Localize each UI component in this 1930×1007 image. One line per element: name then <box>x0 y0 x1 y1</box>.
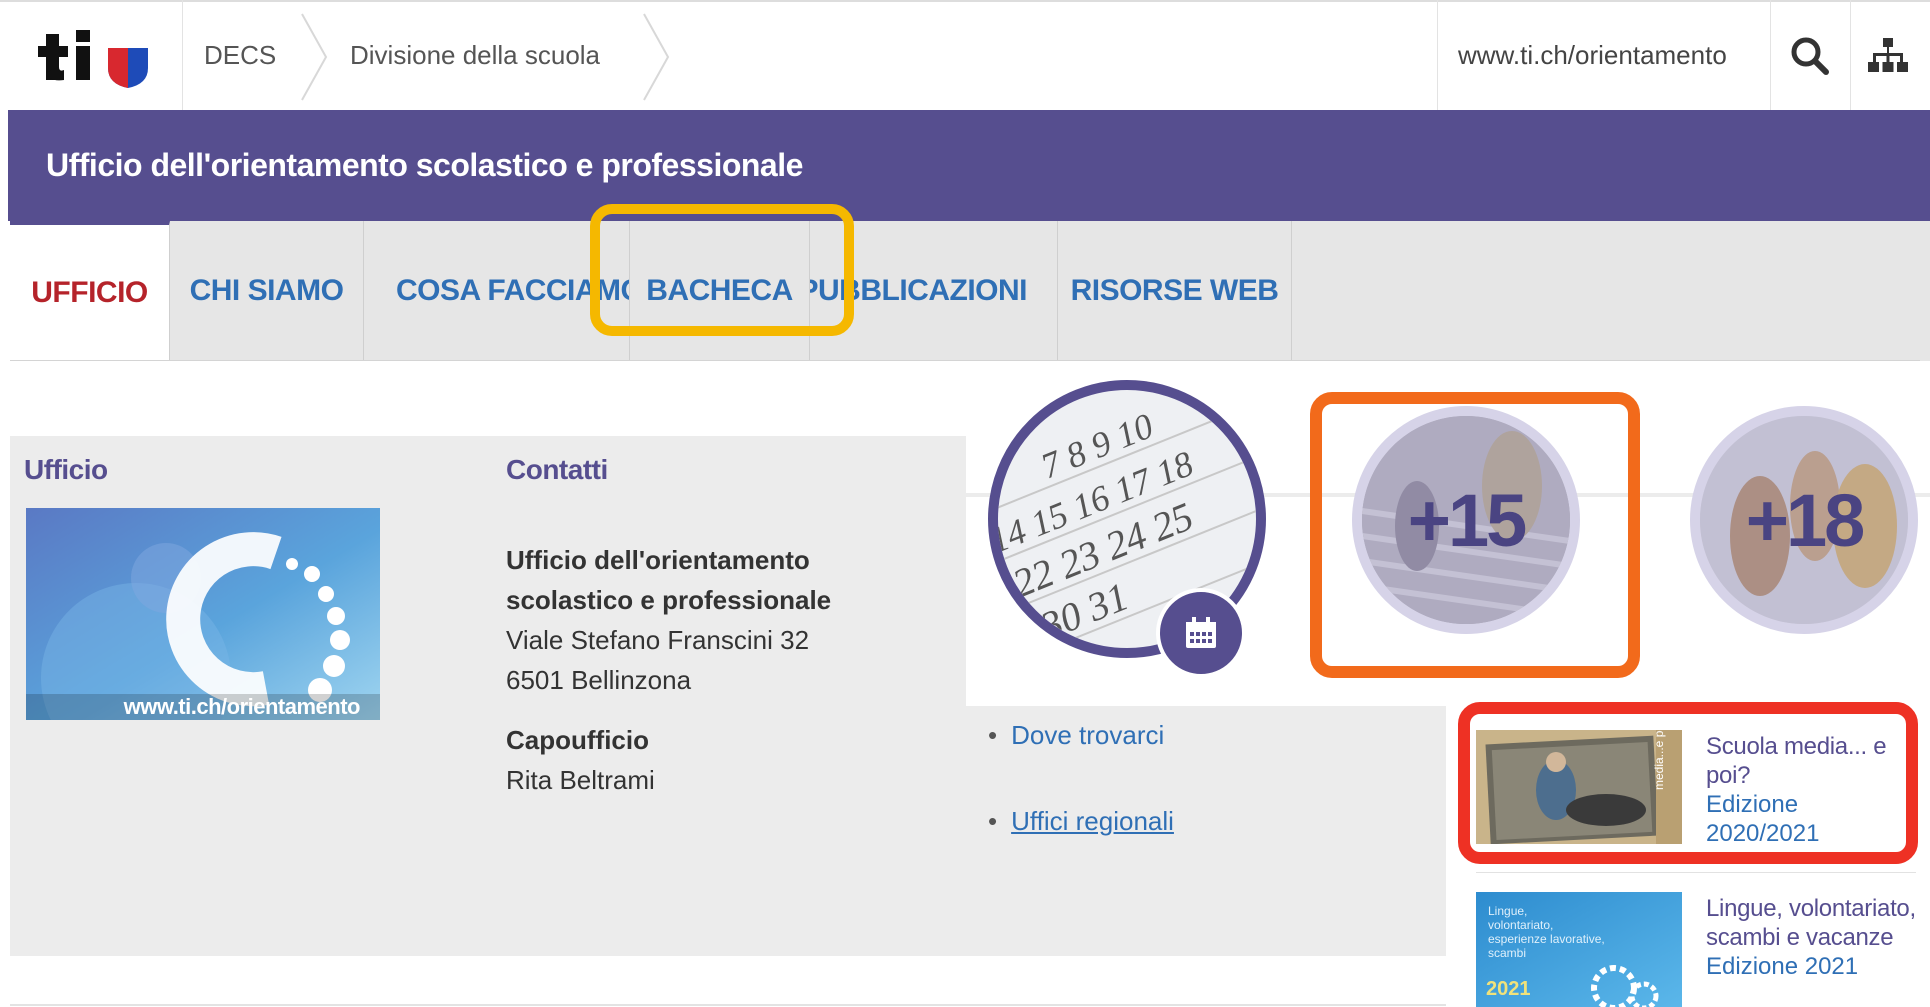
breadcrumb-chevron <box>300 12 330 107</box>
breadcrumb-chevron <box>642 12 672 107</box>
breadcrumb-decs[interactable]: DECS <box>204 0 276 110</box>
divider <box>1437 0 1438 110</box>
contatti-heading: Contatti <box>506 454 608 485</box>
pub-edition-line1: Edizione 2021 <box>1706 953 1859 980</box>
pub-thumb-year: 2021 <box>1486 978 1531 1000</box>
pub-title-line1[interactable]: Lingue, volontariato, <box>1706 894 1916 923</box>
highlight-box-age-15 <box>1310 392 1640 678</box>
tab-risorse-web[interactable]: RISORSE WEB <box>1058 221 1292 361</box>
address-line2: 6501 Bellinzona <box>506 665 692 695</box>
address-line1: Viale Stefano Franscini 32 <box>506 625 810 655</box>
highlight-box-publication <box>1458 702 1918 864</box>
org-name-line2: scolastico e professionale <box>506 585 832 615</box>
banner-url-text: www.ti.ch/orientamento <box>123 694 361 719</box>
ti-logo[interactable] <box>36 22 156 92</box>
link-dove-trovarci[interactable]: • Dove trovarci <box>988 720 1164 751</box>
org-name-line1: Ufficio dell'orientamento <box>506 545 810 575</box>
calendar-icon[interactable] <box>1156 588 1246 678</box>
divider <box>182 0 183 110</box>
ufficio-banner-image[interactable]: www.ti.ch/orientamento <box>26 508 380 720</box>
pub-thumb-lingue[interactable]: Lingue, volontariato, esperienze lavorat… <box>1476 892 1682 1007</box>
age-circle-18[interactable]: +18 <box>1690 406 1918 634</box>
bottom-divider <box>10 1004 1446 1006</box>
tab-ufficio[interactable]: UFFICIO <box>10 221 170 361</box>
ufficio-heading: Ufficio <box>24 454 108 485</box>
pub-divider <box>1476 872 1916 873</box>
head-label: Capoufficio <box>506 725 649 755</box>
tab-chi-siamo[interactable]: CHI SIAMO <box>170 221 364 361</box>
divider <box>1850 0 1851 110</box>
divider <box>1770 0 1771 110</box>
sitemap-icon[interactable] <box>1868 38 1908 79</box>
breadcrumb-divisione[interactable]: Divisione della scuola <box>350 0 600 110</box>
pub-thumb-text: Lingue, volontariato, esperienze lavorat… <box>1488 904 1605 960</box>
head-name: Rita Beltrami <box>506 765 655 795</box>
site-url-link[interactable]: www.ti.ch/orientamento <box>1458 0 1727 110</box>
link-uffici-regionali[interactable]: • Uffici regionali <box>988 806 1174 837</box>
highlight-box-bacheca <box>590 204 854 336</box>
pub-title-line2[interactable]: scambi e vacanze <box>1706 923 1894 952</box>
search-icon[interactable] <box>1790 36 1830 81</box>
age-label-18: +18 <box>1745 478 1866 562</box>
nav-divider <box>10 360 1920 361</box>
